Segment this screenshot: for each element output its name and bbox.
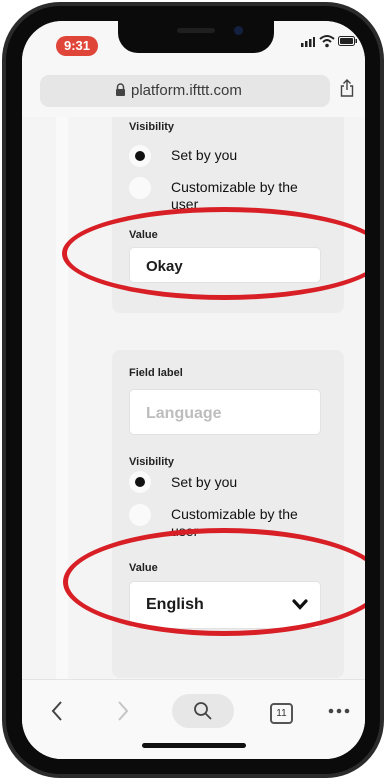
- search-button[interactable]: [172, 694, 234, 728]
- chevron-left-icon[interactable]: [51, 700, 63, 722]
- annotation-ellipse-value-english: [63, 528, 365, 636]
- notch: [118, 21, 274, 53]
- radio-customizable[interactable]: [129, 177, 151, 199]
- url-text[interactable]: platform.ifttt.com: [131, 82, 242, 99]
- status-time: 9:31: [56, 36, 98, 56]
- status-bar: 9:31: [22, 21, 365, 61]
- field-label-input[interactable]: Language: [129, 389, 321, 435]
- battery-icon: [338, 36, 357, 46]
- home-indicator: [142, 743, 246, 748]
- page-gutter: [56, 117, 68, 679]
- option-customizable-label: Customizable by the: [171, 179, 298, 195]
- wifi-icon: [319, 35, 335, 48]
- visibility-label: Visibility: [129, 121, 175, 133]
- share-icon[interactable]: [340, 79, 354, 97]
- visibility-label: Visibility: [129, 456, 175, 468]
- cellular-signal-icon: [301, 37, 315, 47]
- radio-customizable[interactable]: [129, 504, 151, 526]
- camera: [234, 26, 243, 35]
- field-label-heading: Field label: [129, 367, 183, 379]
- more-icon[interactable]: [328, 708, 350, 714]
- radio-set-by-you[interactable]: [129, 471, 151, 493]
- speaker: [177, 28, 215, 33]
- tabs-button[interactable]: 11: [270, 703, 293, 724]
- lock-icon: [116, 83, 125, 96]
- chevron-right-icon[interactable]: [117, 700, 129, 722]
- field-label-placeholder: Language: [146, 405, 222, 422]
- option-set-by-you-label: Set by you: [171, 474, 238, 490]
- radio-set-by-you[interactable]: [129, 145, 151, 167]
- option-customizable-label: Customizable by the: [171, 506, 298, 522]
- option-set-by-you-label: Set by you: [171, 147, 238, 163]
- phone-screen: 9:31 platform.ifttt.com Visibility Set b…: [22, 21, 365, 759]
- search-icon: [194, 702, 212, 720]
- browser-address-bar: platform.ifttt.com: [22, 61, 365, 117]
